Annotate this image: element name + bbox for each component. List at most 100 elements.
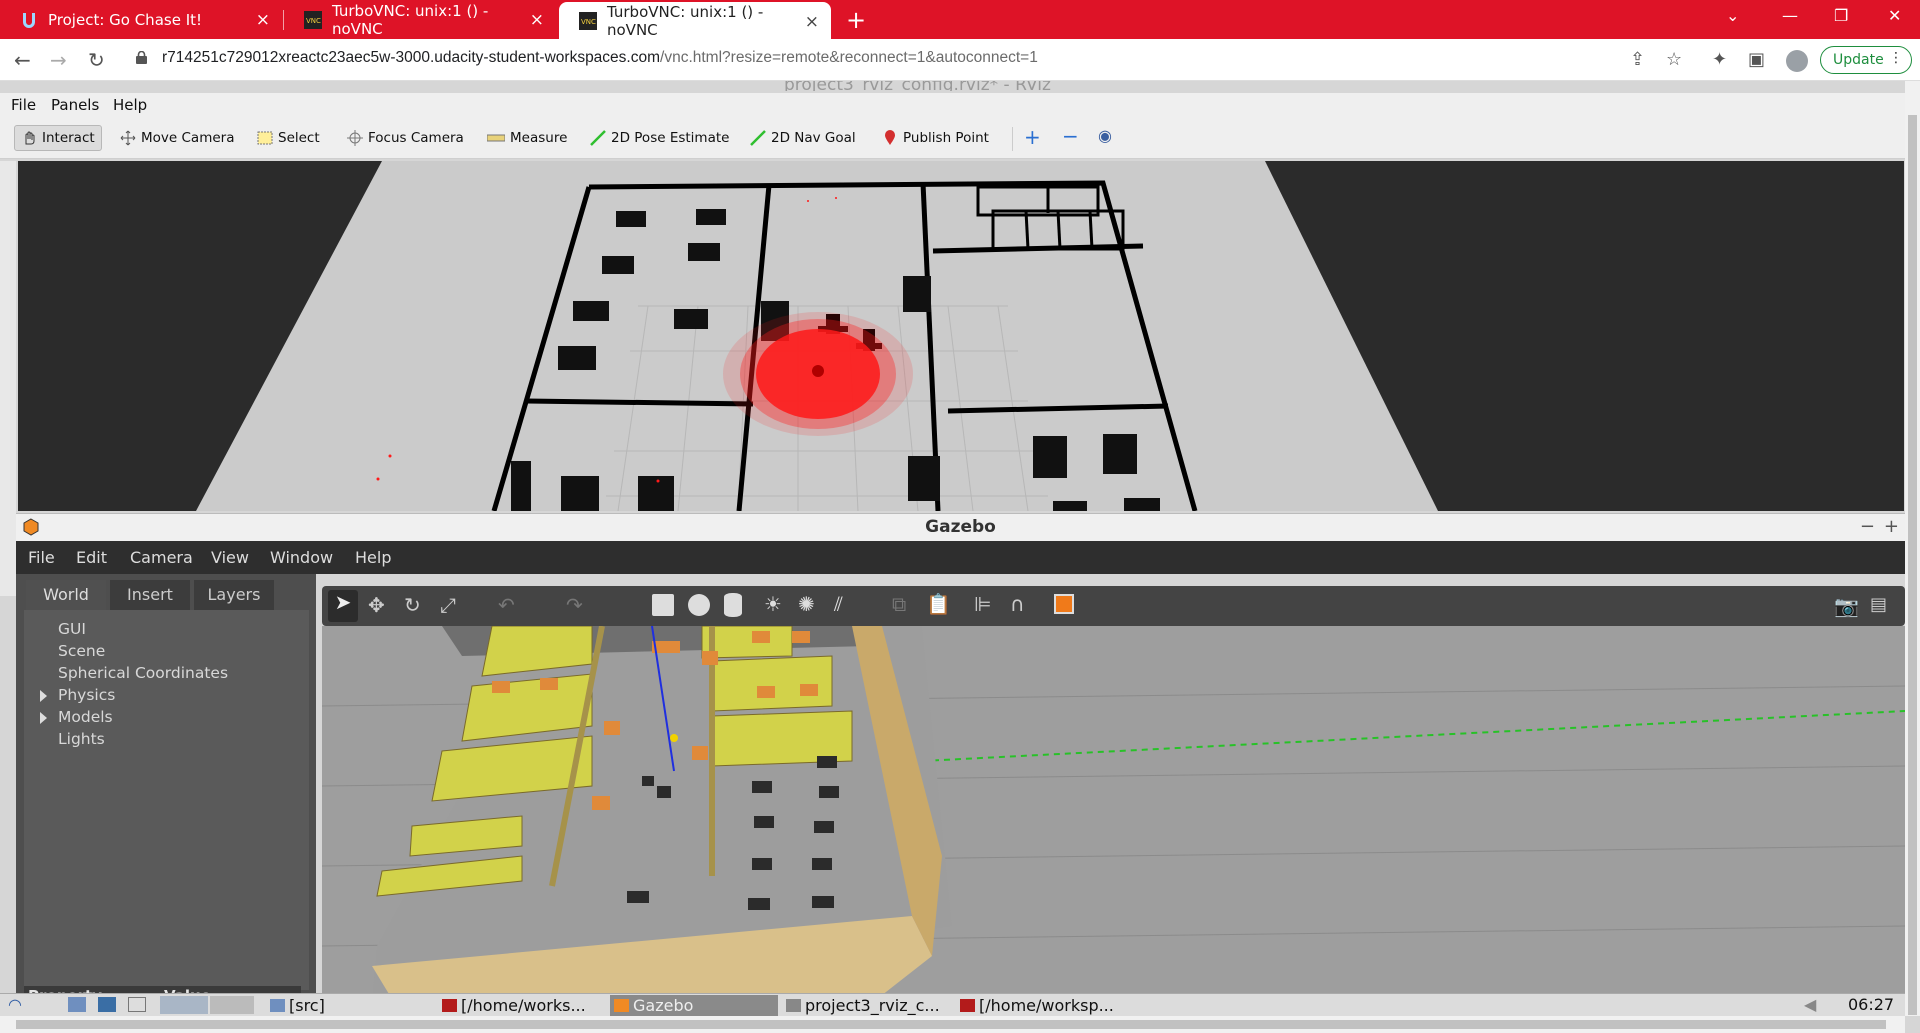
side-panel-icon[interactable]: ▣ — [1748, 49, 1765, 70]
horizontal-scrollbar[interactable] — [0, 1016, 1905, 1033]
tree-item-scene[interactable]: Scene — [58, 642, 105, 660]
change-view-icon[interactable] — [1054, 594, 1074, 614]
gazebo-menu-file[interactable]: File — [28, 548, 55, 567]
expand-arrow-icon[interactable] — [40, 690, 47, 702]
gazebo-maximize-icon[interactable]: + — [1884, 516, 1899, 537]
translate-mode-icon[interactable]: ✥ — [368, 593, 385, 617]
volume-icon[interactable]: ◀ — [1804, 995, 1816, 1014]
terminal-icon[interactable] — [98, 997, 116, 1012]
focus-camera-icon — [347, 130, 363, 146]
gazebo-menu-help[interactable]: Help — [355, 548, 391, 567]
folder-icon — [270, 999, 285, 1012]
more-menu-icon[interactable]: ⋮ — [1889, 50, 1903, 66]
desktop-pager-1[interactable] — [160, 996, 208, 1014]
file-manager-icon[interactable] — [68, 997, 86, 1012]
gazebo-menubar: File Edit Camera View Window Help — [16, 541, 1905, 574]
tool-publish-point[interactable]: Publish Point — [882, 125, 989, 151]
world-tree: GUI Scene Spherical Coordinates Physics … — [24, 610, 309, 990]
cylinder-shape-icon[interactable] — [724, 593, 742, 617]
paste-icon[interactable]: 📋 — [926, 592, 951, 616]
tree-item-spherical-coordinates[interactable]: Spherical Coordinates — [58, 664, 228, 682]
remove-tool-icon[interactable]: − — [1062, 124, 1079, 148]
tab-vnc-2[interactable]: VNC TurboVNC: unix:1 () - noVNC × — [559, 2, 831, 39]
tool-select[interactable]: Select — [257, 125, 320, 151]
forward-icon[interactable]: → — [50, 48, 67, 72]
new-tab-button[interactable]: + — [846, 6, 866, 34]
directional-light-icon[interactable]: ⫽ — [834, 592, 843, 616]
close-tab-icon[interactable]: × — [530, 10, 544, 30]
sphere-shape-icon[interactable] — [688, 594, 710, 616]
align-icon[interactable]: ⊫ — [974, 592, 991, 616]
window-icon[interactable] — [128, 997, 146, 1012]
update-button[interactable]: Update ⋮ — [1820, 46, 1912, 74]
point-light-icon[interactable]: ☀ — [764, 592, 782, 616]
tool-interact[interactable]: Interact — [14, 125, 102, 151]
back-icon[interactable]: ← — [14, 48, 31, 72]
lock-icon[interactable] — [136, 51, 147, 64]
restore-icon[interactable]: ❐ — [1834, 6, 1848, 25]
gazebo-3d-view[interactable] — [322, 626, 1905, 999]
gazebo-menu-edit[interactable]: Edit — [76, 548, 107, 567]
tree-item-gui[interactable]: GUI — [58, 620, 86, 638]
gazebo-minimize-icon[interactable]: − — [1860, 516, 1875, 537]
tree-item-lights[interactable]: Lights — [58, 730, 105, 748]
close-window-icon[interactable]: ✕ — [1888, 6, 1901, 25]
taskbar-item-src[interactable]: [src] — [266, 995, 432, 1016]
rviz-3d-view[interactable] — [18, 161, 1904, 511]
scale-mode-icon[interactable]: ⤢ — [440, 593, 456, 617]
vertical-scrollbar[interactable] — [1905, 81, 1920, 1016]
gazebo-menu-view[interactable]: View — [211, 548, 249, 567]
vnc-canvas[interactable]: project3_rviz_config.rviz* - RViz File P… — [0, 81, 1920, 1033]
start-menu-icon[interactable]: ◠ — [8, 995, 22, 1014]
tab-search-icon[interactable]: ⌄ — [1726, 6, 1739, 25]
profile-avatar[interactable] — [1786, 50, 1808, 72]
screenshot-icon[interactable]: 📷 — [1834, 594, 1859, 618]
copy-icon[interactable]: ⧉ — [892, 592, 906, 616]
tool-move-camera[interactable]: Move Camera — [120, 125, 234, 151]
tree-item-models[interactable]: Models — [58, 708, 113, 726]
bookmark-star-icon[interactable]: ☆ — [1666, 49, 1682, 70]
log-icon[interactable]: ▤ — [1870, 594, 1887, 615]
reload-icon[interactable]: ↻ — [88, 48, 105, 72]
close-tab-icon[interactable]: × — [256, 10, 270, 30]
taskbar-item-rviz[interactable]: project3_rviz_c... — [782, 995, 952, 1016]
expand-arrow-icon[interactable] — [40, 712, 47, 724]
undo-icon[interactable]: ↶ — [498, 593, 515, 617]
redo-icon[interactable]: ↷ — [566, 593, 583, 617]
gazebo-menu-camera[interactable]: Camera — [130, 548, 193, 567]
taskbar-item-gazebo[interactable]: Gazebo — [610, 995, 778, 1016]
spot-light-icon[interactable]: ✺ — [798, 592, 815, 616]
taskbar-item-terminal-1[interactable]: [/home/works... — [438, 995, 606, 1016]
tree-item-physics[interactable]: Physics — [58, 686, 115, 704]
tool-measure[interactable]: Measure — [486, 125, 567, 151]
tab-insert[interactable]: Insert — [110, 580, 190, 610]
tool-2d-pose-estimate[interactable]: 2D Pose Estimate — [590, 125, 729, 151]
tab-project[interactable]: Project: Go Chase It! × — [0, 0, 282, 39]
rotate-mode-icon[interactable]: ↻ — [404, 593, 421, 617]
url-field[interactable]: r714251c729012xreactc23aec5w-3000.udacit… — [162, 49, 1038, 67]
rviz-menu-file[interactable]: File — [11, 96, 36, 114]
close-tab-icon[interactable]: × — [805, 12, 819, 32]
desktop-pager-2[interactable] — [210, 996, 254, 1014]
snap-icon[interactable]: ∩ — [1010, 592, 1025, 616]
rviz-menu-panels[interactable]: Panels — [51, 96, 99, 114]
tab-vnc-1[interactable]: VNC TurboVNC: unix:1 () - noVNC × — [284, 0, 556, 39]
taskbar-item-terminal-2[interactable]: [/home/worksp... — [956, 995, 1126, 1016]
url-path: /vnc.html?resize=remote&reconnect=1&auto… — [660, 49, 1038, 66]
rviz-left-dock-strip[interactable] — [0, 161, 16, 596]
rviz-window-title: project3_rviz_config.rviz* - RViz — [784, 81, 1051, 91]
rviz-menu-help[interactable]: Help — [113, 96, 147, 114]
camera-type-icon[interactable]: ◉ — [1098, 126, 1112, 145]
select-mode-icon[interactable]: ➤ — [328, 590, 358, 622]
minimize-icon[interactable]: — — [1782, 6, 1798, 25]
gazebo-menu-window[interactable]: Window — [270, 548, 333, 567]
tool-2d-nav-goal[interactable]: 2D Nav Goal — [750, 125, 856, 151]
tool-focus-camera[interactable]: Focus Camera — [347, 125, 464, 151]
box-shape-icon[interactable] — [652, 594, 674, 616]
extensions-icon[interactable]: ✦ — [1712, 49, 1727, 70]
move-camera-icon — [120, 130, 136, 146]
tab-layers[interactable]: Layers — [194, 580, 274, 610]
share-icon[interactable]: ⇪ — [1630, 49, 1645, 70]
tab-world[interactable]: World — [26, 580, 106, 610]
add-tool-icon[interactable]: + — [1024, 125, 1041, 149]
